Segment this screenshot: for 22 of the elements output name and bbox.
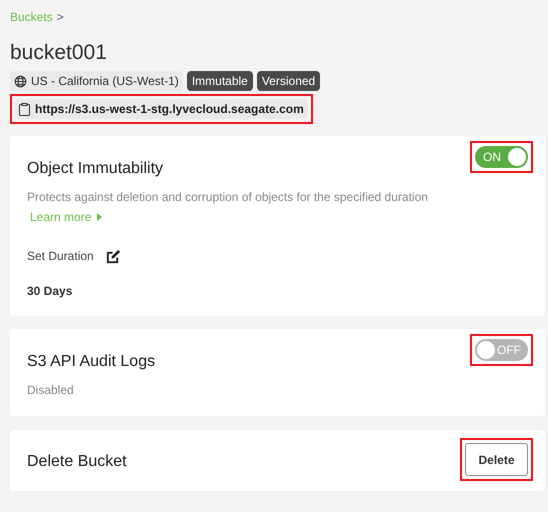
card-description: Protects against deletion and corruption of objects for the specified duration Learn more bbox=[27, 187, 472, 227]
field-label: Set Duration bbox=[27, 248, 94, 265]
bucket-title: bucket001 bbox=[10, 40, 108, 66]
delete-button[interactable]: Delete bbox=[465, 443, 528, 476]
breadcrumb-link[interactable]: Buckets bbox=[10, 8, 53, 26]
card-title: S3 API Audit Logs bbox=[27, 352, 156, 372]
card-title: Object Immutability bbox=[27, 159, 164, 179]
region-chip: US - California (US-West-1) bbox=[10, 71, 183, 91]
breadcrumb-separator: > bbox=[56, 9, 64, 26]
globe-icon bbox=[14, 74, 27, 88]
clipboard-icon bbox=[19, 102, 30, 116]
card-description: Disabled bbox=[27, 382, 75, 399]
tag-badge: Immutable bbox=[186, 71, 253, 91]
toggle-switch[interactable]: ON bbox=[475, 146, 528, 168]
toggle-switch[interactable]: OFF bbox=[475, 339, 528, 361]
tag-badge: Versioned bbox=[256, 71, 320, 91]
learn-more-link[interactable]: Learn more bbox=[30, 207, 102, 227]
duration-value: 30 Days bbox=[27, 283, 74, 300]
edit-icon[interactable] bbox=[106, 248, 121, 264]
card-title: Delete Bucket bbox=[27, 452, 127, 472]
endpoint-chip[interactable]: https://s3.us-west-1-stg.lyvecloud.seagate.com bbox=[15, 99, 308, 119]
caret-icon bbox=[97, 213, 102, 221]
